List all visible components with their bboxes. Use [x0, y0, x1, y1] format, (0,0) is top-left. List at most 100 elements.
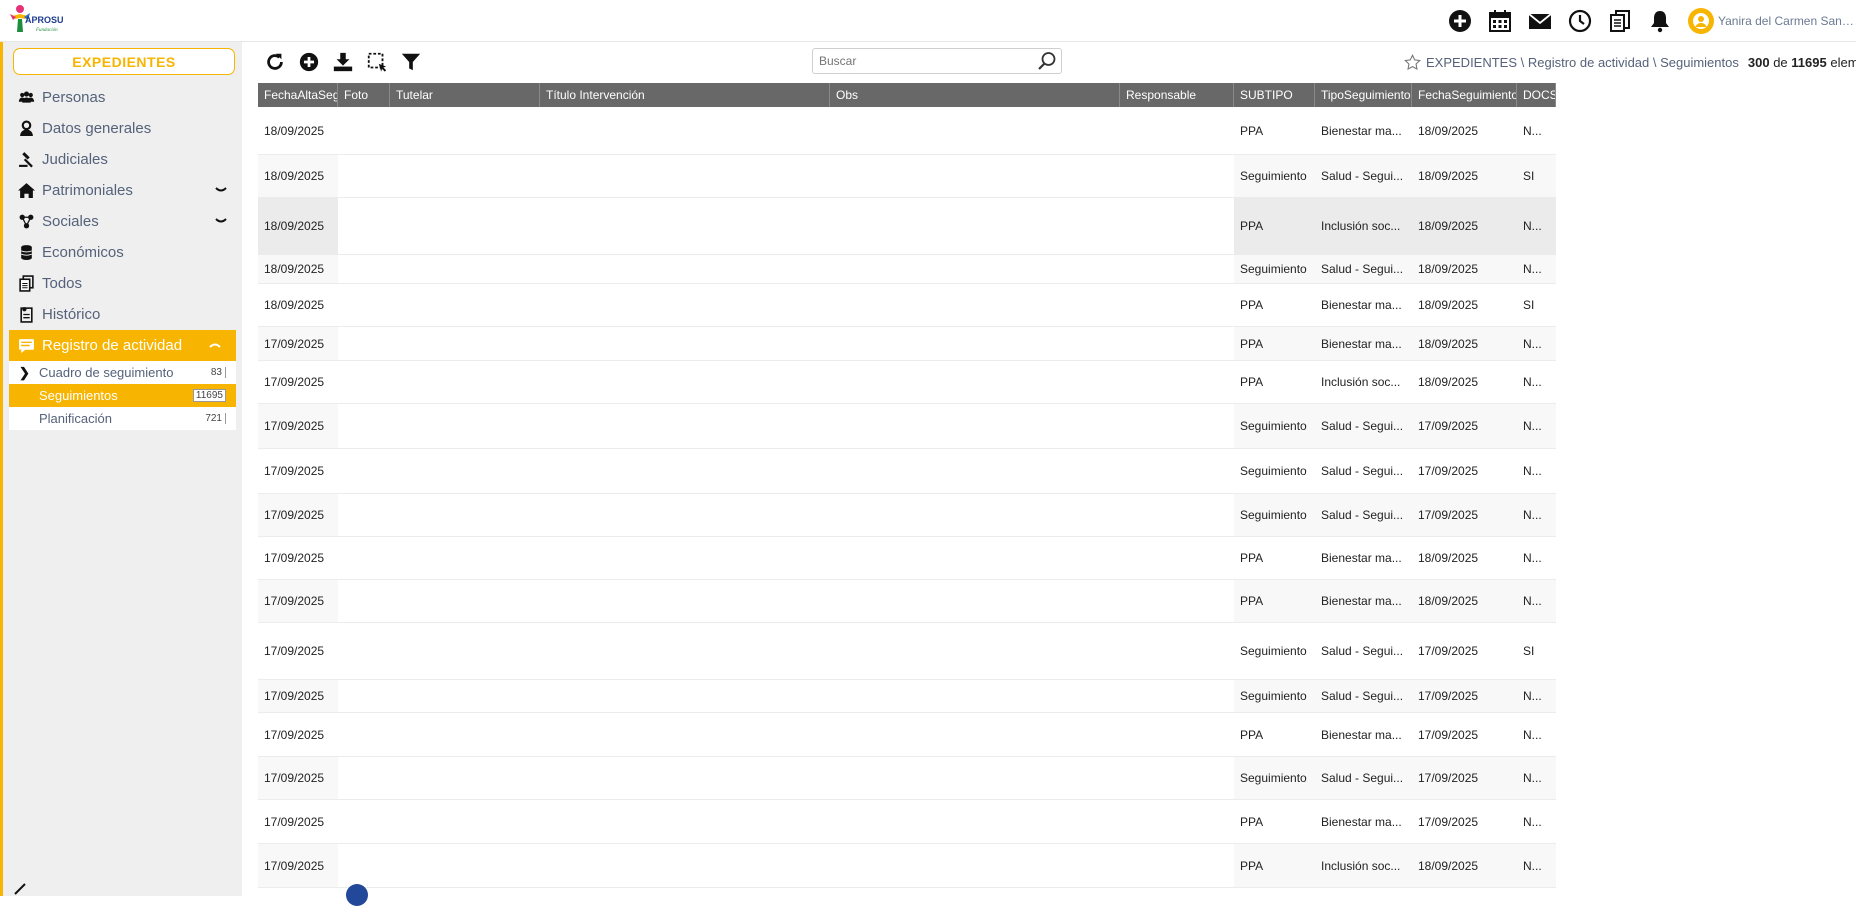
sidebar-item-judiciales[interactable]: Judiciales	[3, 144, 242, 175]
expedientes-button[interactable]: EXPEDIENTES	[13, 48, 235, 75]
add-button[interactable]	[292, 48, 326, 76]
table-cell: 17/09/2025	[264, 551, 325, 565]
chevron-right-icon[interactable]: ❯	[19, 365, 30, 381]
chevron-down-icon[interactable]	[214, 214, 228, 228]
column-header[interactable]: Tutelar	[390, 83, 540, 107]
table-cell: 18/09/2025	[1418, 169, 1479, 183]
user-menu[interactable]: Yanira del Carmen Santana ...	[1688, 8, 1856, 34]
subitem-cuadro-de-seguimiento[interactable]: ❯ Cuadro de seguimiento 83	[9, 361, 236, 384]
sidebar-item-registro-de-actividad[interactable]: Registro de actividad	[9, 330, 236, 361]
table-cell	[540, 713, 830, 756]
table-cell: 18/09/2025	[1418, 551, 1479, 565]
table-row[interactable]: 17/09/2025 Seguimiento Salud - Segui... 17/…	[258, 404, 1556, 449]
select-area-button[interactable]	[360, 48, 394, 76]
table-cell: 18/09/2025	[264, 219, 325, 233]
mail-icon[interactable]	[1524, 6, 1556, 36]
table-cell: 17/09/2025	[1418, 508, 1479, 522]
table-cell: 17/09/2025	[264, 689, 325, 703]
plus-circle-icon[interactable]	[1444, 6, 1476, 36]
column-header[interactable]: Obs	[830, 83, 1120, 107]
table-cell: 17/09/2025	[264, 858, 325, 873]
floating-action-button[interactable]	[346, 884, 368, 906]
filter-button[interactable]	[394, 48, 428, 76]
sidebar-nav: Personas Datos generales Judiciales Patr…	[3, 82, 242, 430]
sidebar-item-datos-generales[interactable]: Datos generales	[3, 113, 242, 144]
table-row[interactable]: 18/09/2025 PPA Bienestar ma... 18/09/2025 N.…	[258, 107, 1556, 155]
table-row[interactable]: 18/09/2025 Seguimiento Salud - Segui... 18/…	[258, 155, 1556, 198]
sidebar-item-economicos[interactable]: Económicos	[3, 237, 242, 268]
sidebar-item-personas[interactable]: Personas	[3, 82, 242, 113]
table-cell: N...	[1523, 689, 1542, 703]
sidebar-item-historico[interactable]: Histórico	[3, 299, 242, 330]
table-row[interactable]: 18/09/2025 PPA Inclusión soc... 18/09/2025 N…	[258, 198, 1556, 255]
table-cell	[540, 800, 830, 843]
table-cell: N...	[1523, 771, 1542, 785]
column-header[interactable]: DOCS	[1517, 83, 1556, 107]
refresh-button[interactable]	[258, 48, 292, 76]
collapse-sidebar-icon[interactable]	[13, 882, 27, 896]
search-input[interactable]	[813, 49, 1023, 73]
table-cell	[1120, 580, 1234, 622]
table-row[interactable]: 17/09/2025 Seguimiento Salud - Segui... 17/…	[258, 757, 1556, 800]
column-header[interactable]: SUBTIPO	[1234, 83, 1315, 107]
table-row[interactable]: 18/09/2025 PPA Bienestar ma... 18/09/2025 SI	[258, 284, 1556, 327]
sidebar-item-todos[interactable]: Todos	[3, 268, 242, 299]
table-row[interactable]: 17/09/2025 PPA Bienestar ma... 17/09/2025 N.…	[258, 713, 1556, 757]
table-cell	[338, 155, 390, 197]
table-row[interactable]: 17/09/2025 Seguimiento Salud - Segui... 17/…	[258, 623, 1556, 680]
table-cell: PPA	[1240, 858, 1264, 873]
table-cell: 17/09/2025	[1418, 644, 1479, 658]
search-icon[interactable]	[1037, 51, 1057, 71]
table-row[interactable]: 18/09/2025 Seguimiento Salud - Segui... 18/…	[258, 255, 1556, 284]
chevron-down-icon[interactable]	[214, 183, 228, 197]
bell-icon[interactable]	[1644, 6, 1676, 36]
subitem-seguimientos[interactable]: Seguimientos 11695	[9, 384, 236, 407]
table-cell: N...	[1523, 375, 1542, 389]
column-header[interactable]: FechaSeguimiento	[1412, 83, 1517, 107]
clock-icon[interactable]	[1564, 6, 1596, 36]
sidebar-item-sociales[interactable]: Sociales	[3, 206, 242, 237]
table-cell	[830, 580, 1120, 622]
table-cell	[830, 757, 1120, 799]
table-row[interactable]: 17/09/2025 Seguimiento Salud - Segui... 17/…	[258, 680, 1556, 713]
table-row[interactable]: 17/09/2025 PPA Inclusión soc... 18/09/2025 N…	[258, 844, 1556, 888]
column-header[interactable]: TipoSeguimiento	[1315, 83, 1412, 107]
table-cell	[1120, 361, 1234, 403]
table-cell: Bienestar ma...	[1321, 814, 1402, 829]
column-header[interactable]: Responsable	[1120, 83, 1234, 107]
star-icon[interactable]	[1404, 53, 1421, 71]
table-row[interactable]: 17/09/2025 PPA Bienestar ma... 17/09/2025 N.…	[258, 800, 1556, 844]
table-row[interactable]: 17/09/2025 Seguimiento Salud - Segui... 17/…	[258, 494, 1556, 537]
table-cell: 17/09/2025	[1418, 814, 1479, 829]
table-cell	[830, 107, 1120, 154]
comment-icon	[16, 337, 36, 355]
aprosu-logo[interactable]: APROSU Fundación	[8, 4, 64, 38]
column-header[interactable]: Título Intervención	[540, 83, 830, 107]
table-cell	[830, 198, 1120, 254]
table-cell	[390, 494, 540, 536]
add-circle-icon	[299, 52, 319, 72]
sidebar-item-label: Personas	[42, 89, 106, 106]
download-button[interactable]	[326, 48, 360, 76]
top-actions: Yanira del Carmen Santana ...	[1436, 6, 1856, 36]
column-header[interactable]: Foto	[338, 83, 390, 107]
table-row[interactable]: 17/09/2025 PPA Bienestar ma... 18/09/2025 N.…	[258, 327, 1556, 361]
table-row[interactable]: 17/09/2025 PPA Inclusión soc... 18/09/2025 N…	[258, 361, 1556, 404]
table-cell	[338, 580, 390, 622]
table-cell	[1120, 327, 1234, 360]
breadcrumb-path[interactable]: EXPEDIENTES \ Registro de actividad \ Se…	[1426, 55, 1739, 70]
subitem-planificacion[interactable]: Planificación 721	[9, 407, 236, 430]
table-row[interactable]: 17/09/2025 Seguimiento Salud - Segui... 17/…	[258, 449, 1556, 494]
table-cell: Seguimiento	[1240, 644, 1307, 658]
table-cell: 17/09/2025	[1418, 771, 1479, 785]
column-header[interactable]: FechaAltaSeg	[258, 83, 338, 107]
calendar-icon[interactable]	[1484, 6, 1516, 36]
table-cell: 17/09/2025	[264, 771, 325, 785]
chevron-up-icon[interactable]	[208, 338, 222, 352]
documents-icon[interactable]	[1604, 6, 1636, 36]
table-row[interactable]: 17/09/2025 PPA Bienestar ma... 18/09/2025 N.…	[258, 580, 1556, 623]
table-cell	[390, 580, 540, 622]
sidebar-item-patrimoniales[interactable]: Patrimoniales	[3, 175, 242, 206]
table-cell: 18/09/2025	[264, 262, 325, 276]
table-row[interactable]: 17/09/2025 PPA Bienestar ma... 18/09/2025 N.…	[258, 537, 1556, 580]
